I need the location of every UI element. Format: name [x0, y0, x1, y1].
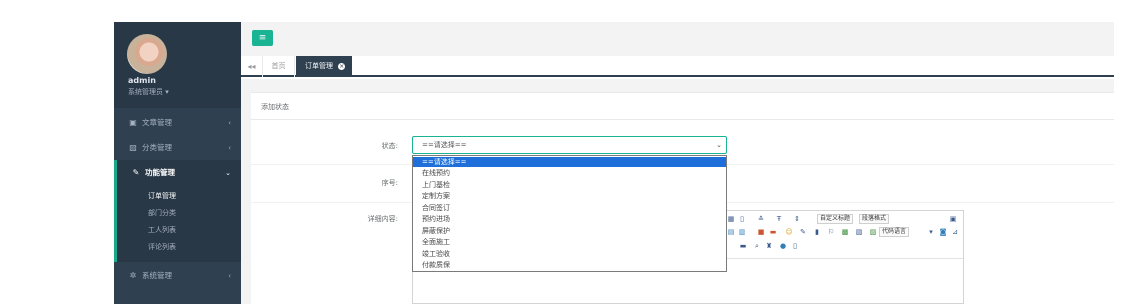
close-icon[interactable]: ×: [338, 62, 346, 70]
sidebar-item-label: 系统管理: [142, 271, 172, 280]
sidebar-item-functions[interactable]: ✎ 功能管理 ⌄: [114, 160, 241, 186]
tab-scroll-left-icon[interactable]: ◂◂: [241, 56, 263, 77]
dropdown-option[interactable]: 全面施工: [413, 237, 726, 247]
attachment-icon[interactable]: ▮: [813, 228, 821, 236]
chevron-down-icon[interactable]: ▾: [927, 228, 935, 236]
dropdown-option[interactable]: 合同签订: [413, 203, 726, 213]
tab-label: 订单管理: [305, 62, 333, 70]
format-icon[interactable]: Ŧ: [775, 215, 783, 223]
dropdown-option[interactable]: 屏蔽保护: [413, 226, 726, 236]
status-dropdown-list: ==请选择== 在线预约 上门基检 定制方案 合同签订 预约进场 屏蔽保护 全面…: [412, 155, 727, 272]
page-break-icon[interactable]: ◙: [939, 228, 947, 236]
clear-doc-icon[interactable]: ⊿: [951, 228, 959, 236]
tab-bar: ◂◂ 首页 订单管理 ×: [241, 56, 1114, 77]
dropdown-option-placeholder[interactable]: ==请选择==: [413, 157, 726, 168]
insert-frame-icon[interactable]: ▩: [841, 228, 849, 236]
align-icon[interactable]: ≛: [757, 215, 765, 223]
chevron-left-icon: ‹: [228, 144, 231, 152]
image-icon: ▨: [129, 143, 137, 152]
gear-icon: ✲: [129, 271, 137, 280]
submenu-item-comments[interactable]: 评论列表: [148, 242, 176, 252]
custom-title-select[interactable]: 自定义标题: [817, 214, 854, 224]
submenu-item-orders[interactable]: 订单管理: [148, 191, 176, 201]
dropdown-option[interactable]: 在线预约: [413, 168, 726, 178]
chevron-down-icon: ⌄: [716, 141, 722, 149]
detail-content-label: 详细内容:: [367, 215, 398, 223]
submenu-item-departments[interactable]: 部门分类: [148, 208, 176, 218]
map-icon[interactable]: ⚐: [827, 228, 835, 236]
top-bar: ≡: [241, 22, 1114, 56]
help-icon[interactable]: ●: [779, 242, 787, 250]
music-icon[interactable]: ▬: [769, 228, 777, 236]
snapshot-icon[interactable]: ▧: [855, 228, 863, 236]
chevron-left-icon: ‹: [228, 272, 231, 280]
panel-title: 添加状态: [261, 103, 289, 111]
paragraph-format-select[interactable]: 段落格式: [859, 214, 890, 224]
code-language-select[interactable]: 代码语言: [879, 227, 910, 237]
sidebar-item-categories[interactable]: ▨ 分类管理 ‹: [114, 135, 241, 161]
submenu: 订单管理 部门分类 工人列表 评论列表: [114, 186, 241, 262]
wrench-icon: ✎: [132, 168, 140, 177]
order-number-label: 序号:: [381, 179, 398, 187]
dropdown-option[interactable]: 定制方案: [413, 191, 726, 201]
sidebar-item-label: 文章管理: [142, 118, 172, 127]
user-role-dropdown[interactable]: 系统管理员 ▾: [128, 87, 169, 97]
user-name[interactable]: admin: [128, 76, 156, 85]
document-icon[interactable]: ▯: [738, 215, 746, 223]
chevron-left-icon: ‹: [228, 119, 231, 127]
dropdown-option[interactable]: 竣工验收: [413, 249, 726, 259]
chevron-down-icon: ⌄: [225, 169, 231, 177]
video-icon[interactable]: ■: [757, 228, 765, 236]
print-icon[interactable]: ▬: [739, 242, 747, 250]
sidebar-item-label: 分类管理: [142, 143, 172, 152]
file-icon: ▣: [129, 118, 137, 127]
sidebar: admin 系统管理员 ▾ ▣ 文章管理 ‹ ▨ 分类管理 ‹ ✎ 功能管理 ⌄…: [114, 22, 241, 304]
divider: [251, 119, 1114, 120]
sidebar-item-system[interactable]: ✲ 系统管理 ‹: [114, 263, 241, 289]
image-icon[interactable]: ▤: [727, 228, 735, 236]
template-icon[interactable]: ▨: [869, 228, 877, 236]
sidebar-item-articles[interactable]: ▣ 文章管理 ‹: [114, 110, 241, 136]
status-select[interactable]: ==请选择== ⌄: [412, 136, 727, 154]
source-icon[interactable]: ▦: [727, 215, 735, 223]
sidebar-item-label: 功能管理: [145, 168, 175, 177]
tab-order-management[interactable]: 订单管理 ×: [296, 56, 352, 77]
submenu-item-workers[interactable]: 工人列表: [148, 225, 176, 235]
avatar[interactable]: [127, 34, 167, 74]
menu-toggle-button[interactable]: ≡: [252, 30, 273, 46]
dropdown-option[interactable]: 预约进场: [413, 214, 726, 224]
dropdown-option[interactable]: 付款质保: [413, 260, 726, 270]
search-replace-icon[interactable]: ♜: [765, 242, 773, 250]
dropdown-option[interactable]: 上门基检: [413, 180, 726, 190]
profile-header: admin 系统管理员 ▾: [114, 22, 241, 108]
scrawl-icon[interactable]: ✎: [799, 228, 807, 236]
table-icon[interactable]: ▥: [738, 228, 746, 236]
status-label: 状态:: [381, 142, 398, 150]
drafts-icon[interactable]: ▯: [791, 242, 799, 250]
status-select-value: ==请选择==: [422, 141, 467, 149]
preview-icon[interactable]: ⌕: [753, 242, 761, 250]
line-height-icon[interactable]: ⇕: [793, 215, 801, 223]
fullscreen-icon[interactable]: ▣: [949, 215, 957, 223]
tab-home[interactable]: 首页: [263, 56, 295, 77]
emoji-icon[interactable]: ☺: [785, 228, 793, 236]
